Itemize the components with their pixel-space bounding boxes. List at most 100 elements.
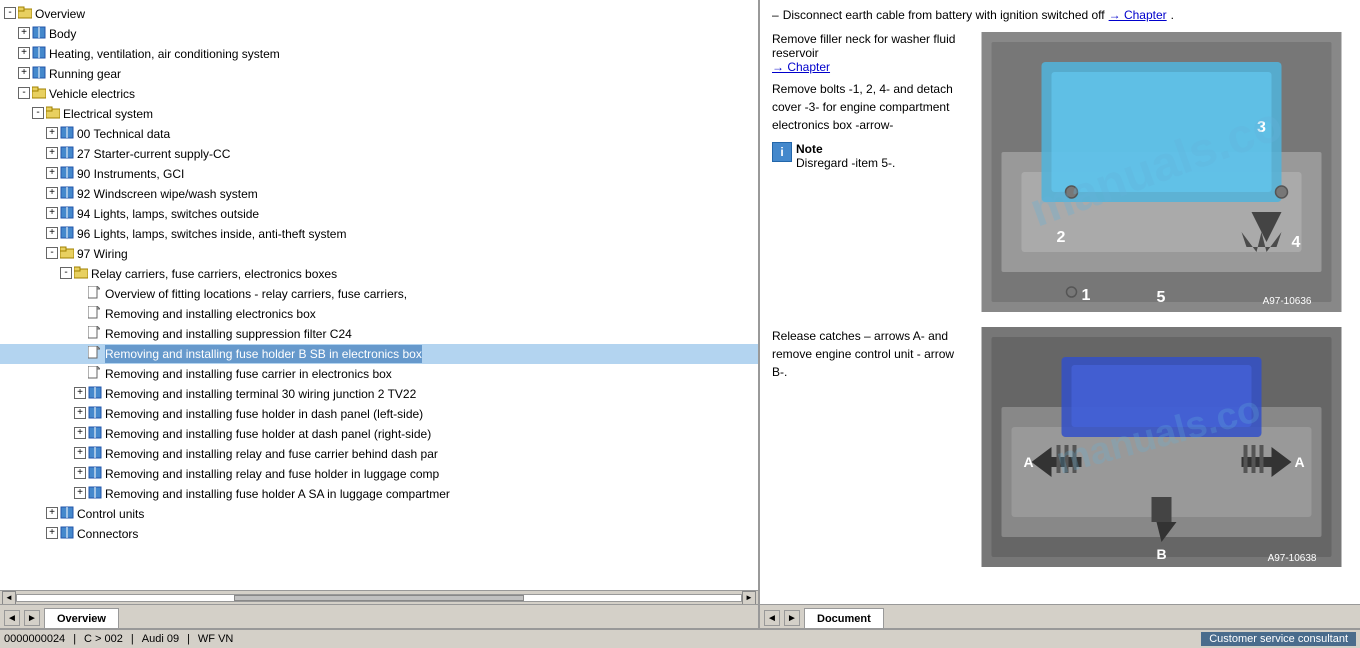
expand-4[interactable]: - [18,87,30,99]
book-icon-24 [88,486,102,500]
left-bottom-tabs: ◄ ► Overview [0,604,758,628]
nav-arrows-left: ◄ ► [0,608,44,628]
tree-hscrollbar[interactable]: ◄ ► [0,590,758,604]
book-icon-23 [88,466,102,480]
tree-item-13[interactable]: - Relay carriers, fuse carriers, electro… [0,264,758,284]
svg-text:4: 4 [1292,234,1301,251]
section1-container: Remove filler neck for washer fluid rese… [772,32,1348,315]
expand-7[interactable]: + [46,147,58,159]
svg-text:1: 1 [1082,287,1091,304]
tree-item-6[interactable]: + 00 Technical data [0,124,758,144]
status-spec: WF VN [198,633,233,645]
expand-13[interactable]: - [60,267,72,279]
bolts-text: Remove bolts -1, 2, 4- and detach cover … [772,80,967,134]
tree-item-2[interactable]: + Heating, ventilation, air conditioning… [0,44,758,64]
expand-2[interactable]: + [18,47,30,59]
engine-svg-1: 3 2 4 1 5 manuals.co A97-10636 [975,32,1348,312]
expand-20[interactable]: + [74,407,86,419]
expand-22[interactable]: + [74,447,86,459]
nav-prev-btn[interactable]: ◄ [4,610,20,626]
engine-image-2: A A [975,327,1348,570]
tree-item-22[interactable]: + Removing and installing relay and fuse… [0,444,758,464]
nav-next-btn[interactable]: ► [24,610,40,626]
tree-item-26[interactable]: + Connectors [0,524,758,544]
tree-item-7[interactable]: + 27 Starter-current supply-CC [0,144,758,164]
intro-line: – Disconnect earth cable from battery wi… [772,8,1348,22]
scroll-left-btn[interactable]: ◄ [2,591,16,605]
tree-item-21[interactable]: + Removing and installing fuse holder at… [0,424,758,444]
expand-21[interactable]: + [74,427,86,439]
book-icon-6 [60,126,74,140]
tree-item-1[interactable]: + Body [0,24,758,44]
expand-11[interactable]: + [46,227,58,239]
tree-item-5[interactable]: - Electrical system [0,104,758,124]
svg-text:A97-10638: A97-10638 [1268,553,1317,564]
expand-26[interactable]: + [46,527,58,539]
tree-label-7: 27 Starter-current supply-CC [77,145,230,163]
doc-panel[interactable]: – Disconnect earth cable from battery wi… [760,0,1360,604]
chapter-link-top[interactable]: → Chapter [1109,8,1167,22]
text-section2: Release catches – arrows A- and remove e… [772,329,954,379]
expand-25[interactable]: + [46,507,58,519]
expand-5[interactable]: - [32,107,44,119]
intro-text: Disconnect earth cable from battery with… [783,8,1105,22]
tree-item-19[interactable]: + Removing and installing terminal 30 wi… [0,384,758,404]
tree-item-18[interactable]: Removing and installing fuse carrier in … [0,364,758,384]
chapter-link-section1[interactable]: → Chapter [772,60,830,74]
tree-item-20[interactable]: + Removing and installing fuse holder in… [0,404,758,424]
tree-item-9[interactable]: + 92 Windscreen wipe/wash system [0,184,758,204]
tree-item-14[interactable]: Overview of fitting locations - relay ca… [0,284,758,304]
tree-label-4: Vehicle electrics [49,85,135,103]
tree-item-10[interactable]: + 94 Lights, lamps, switches outside [0,204,758,224]
expand-8[interactable]: + [46,167,58,179]
scroll-track[interactable] [16,594,742,602]
svg-text:A: A [1024,454,1034,470]
tab-document-label: Document [817,613,871,625]
expand-24[interactable]: + [74,487,86,499]
page-icon-15 [88,306,102,320]
svg-text:A: A [1295,454,1305,470]
tree-item-4[interactable]: - Vehicle electrics [0,84,758,104]
book-icon-9 [60,186,74,200]
expand-9[interactable]: + [46,187,58,199]
expand-12[interactable]: - [46,247,58,259]
tree-item-8[interactable]: + 90 Instruments, GCI [0,164,758,184]
tree-item-23[interactable]: + Removing and installing relay and fuse… [0,464,758,484]
tree-label-9: 92 Windscreen wipe/wash system [77,185,258,203]
tab-document[interactable]: Document [804,608,884,628]
note-text: Disregard -item 5-. [796,156,895,170]
tree-item-3[interactable]: + Running gear [0,64,758,84]
tab-overview-label: Overview [57,613,106,625]
tree-scroll[interactable]: - Overview + Body + [0,0,758,590]
expand-19[interactable]: + [74,387,86,399]
expand-23[interactable]: + [74,467,86,479]
tree-label-26: Connectors [77,525,138,543]
note-text-container: Note Disregard -item 5-. [796,142,895,170]
book-icon-3 [32,66,46,80]
expand-3[interactable]: + [18,67,30,79]
tree-item-16[interactable]: Removing and installing suppression filt… [0,324,758,344]
tree-label-1: Body [49,25,76,43]
status-sep2: | [131,633,134,645]
tree-item-17[interactable]: Removing and installing fuse holder B SB… [0,344,758,364]
expand-6[interactable]: + [46,127,58,139]
tree-label-16: Removing and installing suppression filt… [105,325,352,343]
tree-item-25[interactable]: + Control units [0,504,758,524]
tree-item-11[interactable]: + 96 Lights, lamps, switches inside, ant… [0,224,758,244]
tree-item-0[interactable]: - Overview [0,4,758,24]
expand-10[interactable]: + [46,207,58,219]
expand-1[interactable]: + [18,27,30,39]
expand-0[interactable]: - [4,7,16,19]
tree-item-24[interactable]: + Removing and installing fuse holder A … [0,484,758,504]
page-icon-18 [88,366,102,380]
tree-item-15[interactable]: Removing and installing electronics box [0,304,758,324]
tab-overview[interactable]: Overview [44,608,119,628]
nav-next-right-btn[interactable]: ► [784,610,800,626]
tree-item-12[interactable]: - 97 Wiring [0,244,758,264]
scroll-right-btn[interactable]: ► [742,591,756,605]
nav-prev-right-btn[interactable]: ◄ [764,610,780,626]
note-box: i Note Disregard -item 5-. [772,142,967,170]
scroll-thumb[interactable] [234,595,524,601]
book-icon-25 [60,506,74,520]
section1-text: Remove filler neck for washer fluid rese… [772,32,967,315]
